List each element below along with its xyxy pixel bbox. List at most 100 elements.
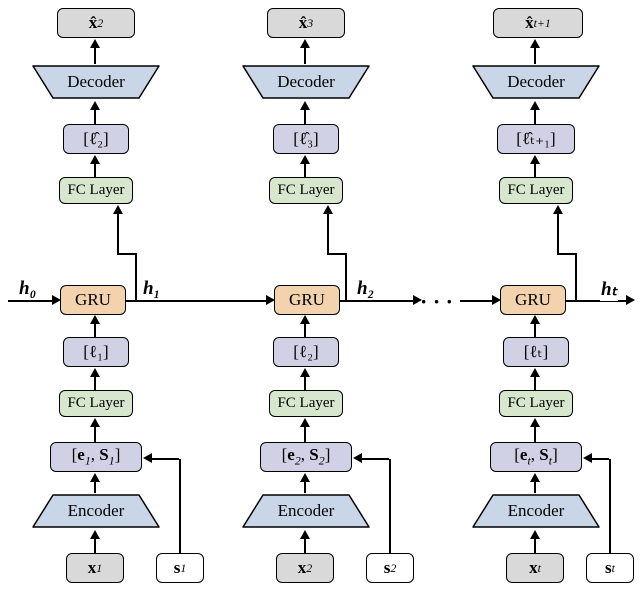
elbow-s-c3-head — [583, 453, 592, 463]
arrow-lhat-dec-c2-h — [300, 101, 310, 110]
embed-c1: [e1, S1] — [50, 442, 142, 472]
arrow-dec-out-c2-h — [300, 39, 310, 48]
decoder-label-c3: Decoder — [507, 72, 565, 91]
elbow-h2-up-c2-h — [327, 253, 345, 255]
elbow-ht-up-c3-h2 — [553, 205, 563, 214]
input-x-c1: x1 — [66, 553, 124, 583]
input-s-c1: s1 — [156, 553, 204, 583]
arrow-fc-lhat-c1 — [94, 163, 96, 177]
arrow-fc-lhat-c3 — [534, 163, 536, 177]
decoder-c1: Decoder — [31, 64, 161, 100]
arrow-enc-emb-c2 — [304, 481, 306, 493]
latent-c3: [ℓₜ] — [503, 337, 569, 367]
ht-label: hₜ — [600, 278, 618, 301]
arrow-x-enc-c3 — [534, 539, 536, 553]
h1-label: h₁ — [142, 278, 161, 300]
arrow-emb-fc-c1 — [94, 426, 96, 442]
elbow-h2-up-c2-v — [327, 213, 329, 254]
arrow-fc-lhat-c2-h — [300, 155, 310, 164]
input-s-c2: s2 — [366, 553, 414, 583]
gru-c2: GRU — [274, 285, 340, 315]
elbow-s-c2-h — [361, 458, 389, 460]
elbow-h1-up-c1-h — [117, 253, 135, 255]
encoder-label-c1: Encoder — [68, 501, 125, 520]
arrow-fc-lhat-c2 — [304, 163, 306, 177]
arrow-lhat-dec-c2 — [304, 110, 306, 124]
gru-c3: GRU — [500, 285, 566, 315]
arrow-lhat-dec-c1-h — [90, 101, 100, 110]
elbow-s-c3-h — [591, 458, 609, 460]
encoder-label-c2: Encoder — [278, 501, 335, 520]
arrow-ht-line — [566, 300, 628, 302]
latent-hat-c2: [ℓ̂₃] — [273, 124, 339, 154]
decoder-c3: Decoder — [471, 64, 601, 100]
arrow-emb-fc-c3 — [534, 426, 536, 442]
arrow-fc-lhat-c3-h — [530, 155, 540, 164]
gru-c1: GRU — [60, 285, 126, 315]
input-s-c3: st — [586, 553, 634, 583]
arrow-dots-gru3 — [460, 300, 494, 302]
ellipsis: · · · — [420, 289, 453, 315]
arrow-x-enc-c1-h — [90, 530, 100, 539]
elbow-h1-up-c1-h2 — [113, 205, 123, 214]
arrow-emb-fc-c1-h — [90, 418, 100, 427]
elbow-s-c1-h — [151, 458, 179, 460]
elbow-ht-up-c3-v2 — [575, 253, 577, 300]
arrow-dec-out-c2 — [304, 48, 306, 64]
embed-c2: [e2, S2] — [260, 442, 352, 472]
arrow-fc-l-c1-h — [90, 368, 100, 377]
arrow-fc-lhat-c1-h — [90, 155, 100, 164]
fc-lower-c2: FC Layer — [269, 390, 343, 417]
arrow-enc-emb-c3 — [534, 481, 536, 493]
latent-hat-c3: [ℓ̂ₜ₊₁] — [497, 124, 575, 154]
input-x-c3: xt — [506, 553, 564, 583]
elbow-s-c3-v — [609, 459, 611, 553]
latent-hat-c1: [ℓ̂₂] — [63, 124, 129, 154]
output-x3hat: x̂3 — [267, 8, 345, 38]
arrow-emb-fc-c2 — [304, 426, 306, 442]
arrow-x-enc-c1 — [94, 539, 96, 553]
arrow-enc-emb-c2-h — [300, 473, 310, 482]
elbow-ht-up-c3-v — [557, 213, 559, 254]
arrow-fc-l-c2 — [304, 376, 306, 390]
arrow-x-enc-c3-h — [530, 530, 540, 539]
elbow-ht-up-c3-h — [557, 253, 575, 255]
encoder-label-c3: Encoder — [508, 501, 565, 520]
output-xt1hat: x̂t+1 — [493, 8, 583, 38]
arrow-emb-fc-c2-h — [300, 418, 310, 427]
arrow-fc-l-c1 — [94, 376, 96, 390]
arrow-enc-emb-c1 — [94, 481, 96, 493]
arrow-emb-fc-c3-h — [530, 418, 540, 427]
output-x2hat: x̂2 — [57, 8, 135, 38]
elbow-s-c1-head — [143, 453, 152, 463]
encoder-c2: Encoder — [241, 493, 371, 529]
arrow-ht-head — [626, 295, 635, 305]
fc-upper-c1: FC Layer — [59, 177, 133, 204]
encoder-c1: Encoder — [31, 493, 161, 529]
arrow-l-gru-c2-h — [300, 315, 310, 324]
arrow-l-gru-c1-h — [90, 315, 100, 324]
arrow-enc-emb-c1-h — [90, 473, 100, 482]
arrow-h1-line — [126, 300, 266, 302]
arrow-fc-l-c3-h — [530, 368, 540, 377]
latent-c1: [ℓ₁] — [63, 337, 129, 367]
encoder-c3: Encoder — [471, 493, 601, 529]
embed-c3: [et, St] — [490, 442, 582, 472]
arrow-lhat-dec-c3 — [534, 110, 536, 124]
elbow-h1-up-c1-v — [117, 213, 119, 254]
arrow-dec-out-c3-h — [530, 39, 540, 48]
fc-upper-c3: FC Layer — [499, 177, 573, 204]
decoder-label-c1: Decoder — [67, 72, 125, 91]
arrow-dec-out-c3 — [534, 48, 536, 64]
arrow-fc-l-c2-h — [300, 368, 310, 377]
elbow-h2-up-c2-v2 — [345, 253, 347, 300]
arrow-dec-out-c1-h — [90, 39, 100, 48]
elbow-s-c2-v — [389, 459, 391, 553]
arrow-l-gru-c3 — [534, 323, 536, 337]
fc-upper-c2: FC Layer — [269, 177, 343, 204]
h0-label: h₀ — [18, 278, 37, 300]
arrow-x-enc-c2 — [304, 539, 306, 553]
arrow-l-gru-c1 — [94, 323, 96, 337]
arrow-l-gru-c3-h — [530, 315, 540, 324]
h2-label: h₂ — [356, 278, 375, 300]
